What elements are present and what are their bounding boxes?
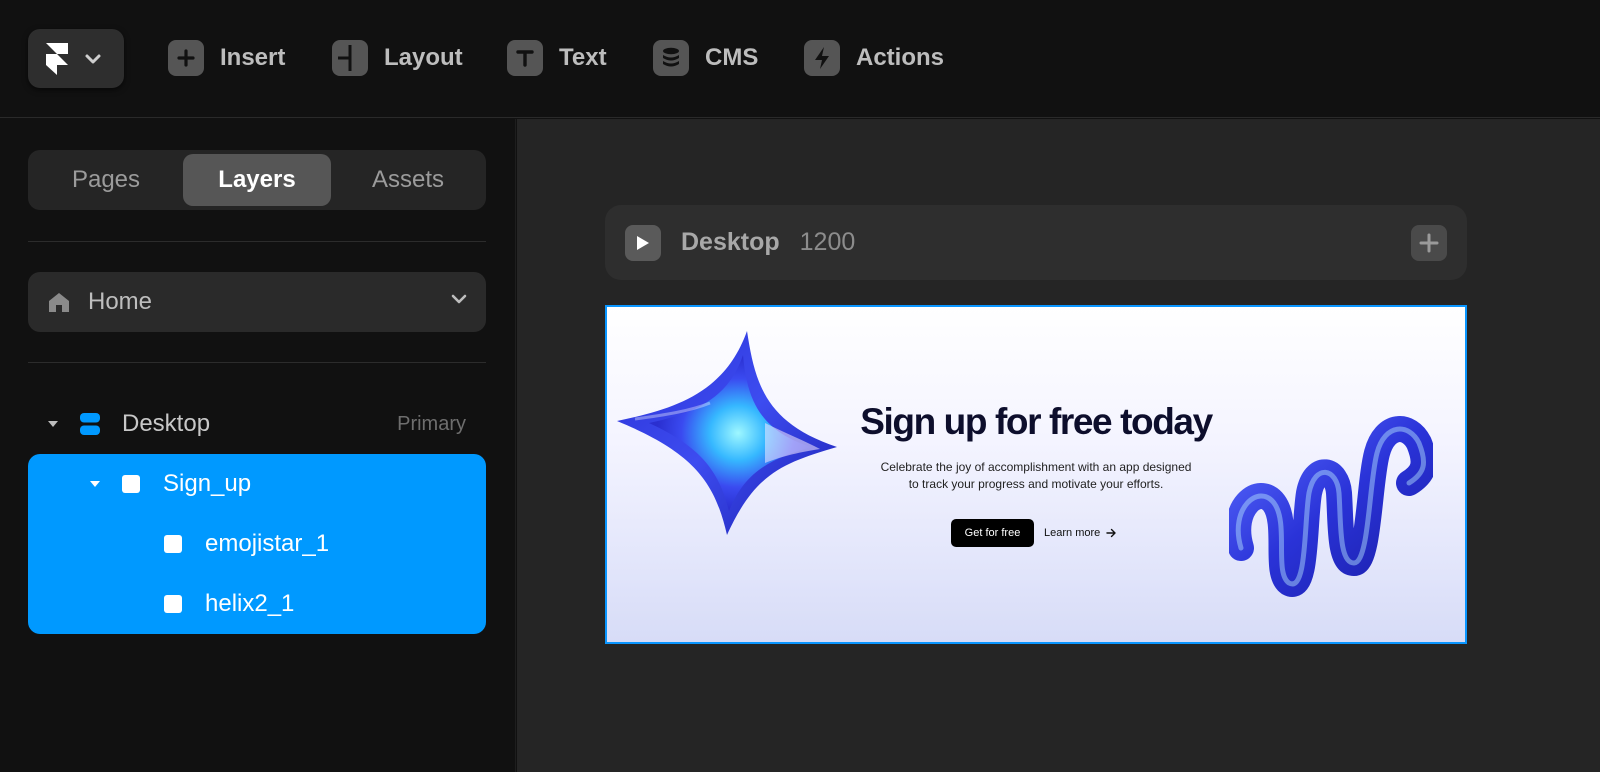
left-panel: Pages Layers Assets Home Desktop Primary…: [0, 119, 516, 772]
breakpoint-name: Desktop: [681, 228, 780, 256]
layer-emojistar-label: emojistar_1: [205, 530, 330, 557]
frame-icon: [122, 475, 140, 493]
toolbar-actions-button[interactable]: Actions: [804, 40, 944, 76]
layer-sign-up-label: Sign_up: [163, 470, 252, 497]
breakpoint-width: 1200: [799, 228, 856, 256]
plus-icon: [1419, 233, 1439, 253]
toolbar-layout-label: Layout: [384, 44, 463, 71]
divider: [28, 362, 486, 363]
caret-down-icon[interactable]: [90, 480, 100, 488]
framer-menu-button[interactable]: [28, 29, 124, 88]
caret-down-icon[interactable]: [48, 420, 58, 428]
text-icon: [507, 40, 543, 76]
layer-desktop[interactable]: Desktop Primary: [28, 394, 486, 454]
frame-icon: [164, 535, 182, 553]
tab-assets[interactable]: Assets: [334, 154, 482, 206]
primary-badge: Primary: [397, 412, 466, 435]
chevron-down-icon: [451, 294, 467, 304]
layer-helix-label: helix2_1: [205, 590, 295, 617]
home-icon: [49, 293, 69, 312]
play-icon: [637, 235, 649, 250]
canvas[interactable]: Desktop 1200 Sign up for free today Cele…: [517, 119, 1600, 772]
database-icon: [653, 40, 689, 76]
top-toolbar: Insert Layout Text CMS Actions: [0, 0, 1600, 118]
lightning-icon: [804, 40, 840, 76]
toolbar-cms-button[interactable]: CMS: [653, 40, 758, 76]
toolbar-text-button[interactable]: Text: [507, 40, 607, 76]
toolbar-layout-button[interactable]: Layout: [332, 40, 463, 76]
panel-tabs: Pages Layers Assets: [28, 150, 486, 210]
arrow-right-icon: [1106, 528, 1116, 538]
add-breakpoint-button[interactable]: [1411, 225, 1447, 261]
frame-icon: [164, 595, 182, 613]
toolbar-text-label: Text: [559, 44, 607, 71]
page-select[interactable]: Home: [28, 272, 486, 332]
learn-more-link[interactable]: Learn more: [1044, 519, 1117, 547]
layer-sign-up[interactable]: Sign_up: [28, 454, 486, 514]
layer-desktop-label: Desktop: [122, 410, 211, 437]
layer-helix[interactable]: helix2_1: [28, 574, 486, 634]
toolbar-insert-button[interactable]: Insert: [168, 40, 285, 76]
get-for-free-button[interactable]: Get for free: [951, 519, 1034, 547]
toolbar-insert-label: Insert: [220, 44, 286, 71]
breakpoint-header[interactable]: Desktop 1200: [605, 205, 1467, 280]
helix-image[interactable]: [1229, 413, 1433, 613]
tab-pages[interactable]: Pages: [32, 154, 180, 206]
page-select-value: Home: [88, 288, 153, 315]
desktop-frame[interactable]: Sign up for free today Celebrate the joy…: [605, 305, 1467, 644]
divider: [28, 241, 486, 242]
tab-layers[interactable]: Layers: [183, 154, 331, 206]
layout-icon: [332, 40, 368, 76]
layer-emojistar[interactable]: emojistar_1: [28, 514, 486, 574]
selected-layers: Sign_up emojistar_1 helix2_1: [28, 454, 486, 634]
learn-more-label: Learn more: [1044, 527, 1101, 539]
framer-logo-icon: [46, 42, 68, 75]
chevron-down-icon: [85, 54, 101, 63]
preview-button[interactable]: [625, 224, 661, 261]
plus-icon: [168, 40, 204, 76]
toolbar-actions-label: Actions: [856, 44, 945, 71]
breakpoint-frame-icon: [80, 413, 100, 435]
toolbar-cms-label: CMS: [705, 44, 759, 71]
